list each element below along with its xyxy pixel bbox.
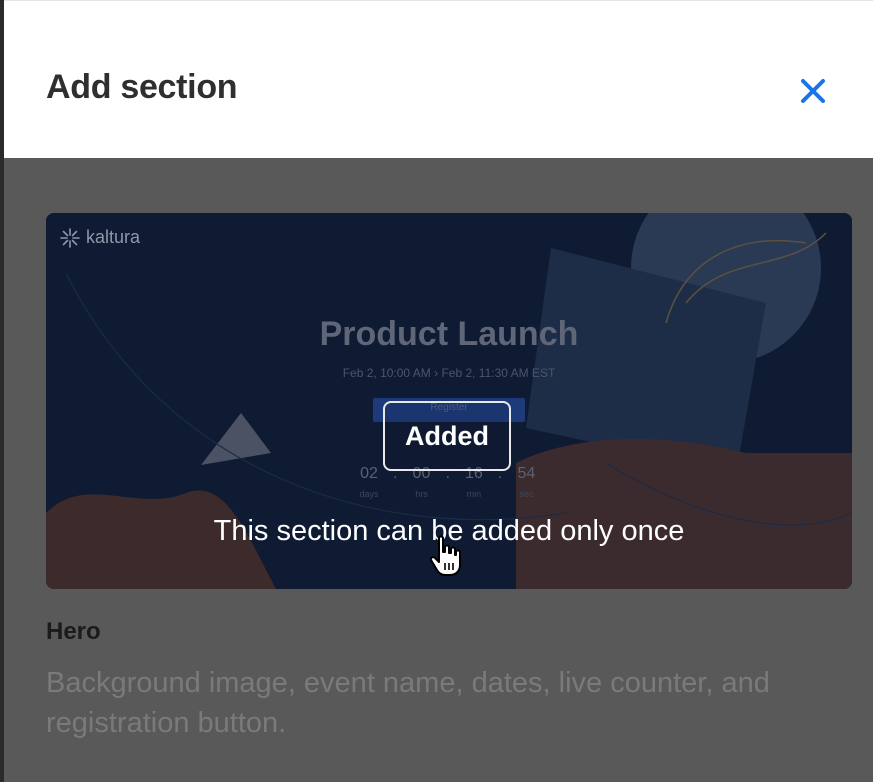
countdown-seconds-value: 54 [517, 465, 536, 482]
preview-event-title: Product Launch [319, 315, 579, 353]
dialog-body: kaltura Product Launch Feb 2, 10:00 AM ›… [4, 158, 873, 782]
close-icon [801, 79, 825, 103]
top-divider [4, 0, 873, 12]
hand-cursor-icon [429, 535, 461, 576]
countdown-hours-label: hrs [415, 489, 428, 499]
section-name: Hero [46, 618, 101, 645]
section-description: Background image, event name, dates, liv… [46, 667, 770, 739]
countdown-days: 02 days [355, 465, 383, 499]
countdown-minutes-label: min [466, 489, 482, 499]
kaltura-spark-icon [60, 227, 80, 248]
countdown-days-label: days [359, 489, 379, 499]
dialog-title: Add section [46, 68, 238, 106]
hero-section-preview[interactable]: kaltura Product Launch Feb 2, 10:00 AM ›… [46, 213, 852, 589]
dialog-header: Add section [4, 12, 873, 158]
countdown-days-value: 02 [360, 465, 378, 482]
countdown-seconds: 54 sec [512, 465, 540, 499]
countdown-seconds-label: sec [519, 489, 534, 499]
kaltura-logo: kaltura [60, 227, 140, 248]
logo-text: kaltura [86, 227, 141, 247]
close-button[interactable] [792, 70, 834, 112]
added-status-badge: Added [383, 401, 511, 471]
preview-event-dates: Feb 2, 10:00 AM › Feb 2, 11:30 AM EST [342, 366, 556, 380]
